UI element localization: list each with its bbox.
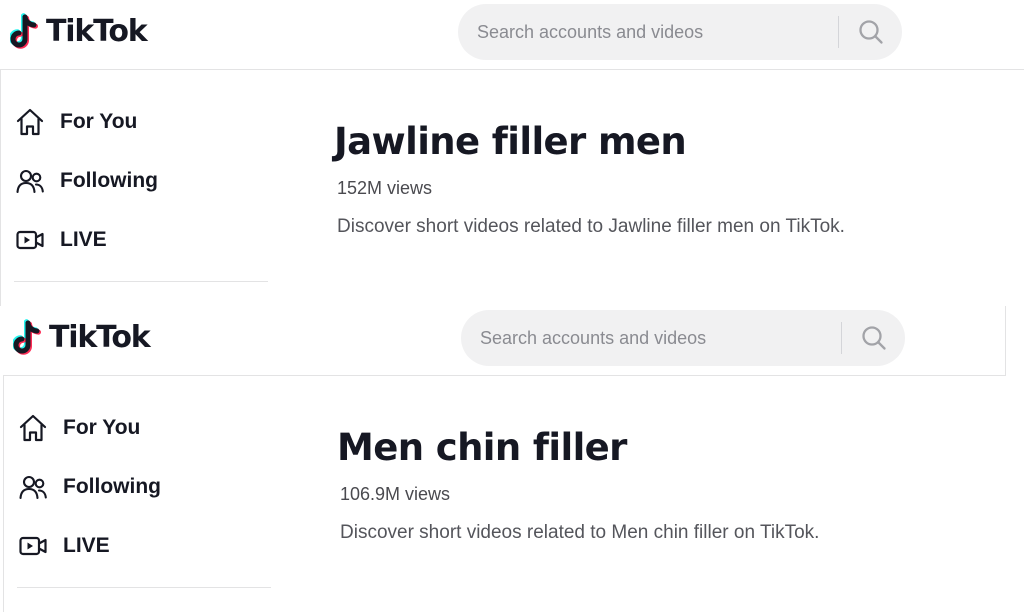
nav-following[interactable]: Following: [17, 467, 161, 507]
tiktok-note-icon: [10, 13, 38, 49]
brand-name: TikTok: [49, 320, 151, 355]
search-bar: [458, 4, 902, 60]
nav-live[interactable]: LIVE: [17, 526, 110, 566]
search-bar: [461, 310, 905, 366]
search-icon: [861, 326, 886, 350]
search-button[interactable]: [839, 4, 902, 60]
search-button[interactable]: [842, 310, 905, 366]
result-description: Discover short videos related to Men chi…: [340, 522, 820, 543]
live-icon: [19, 536, 47, 556]
view-count: 106.9M views: [340, 484, 451, 504]
header-divider: [3, 375, 1006, 376]
nav-label: For You: [63, 416, 141, 439]
header-divider: [0, 69, 1024, 70]
nav-divider: [17, 587, 271, 588]
frame-edge: [1005, 306, 1006, 376]
home-icon: [16, 108, 44, 136]
tiktok-screenshot-2: TikTok For You Following: [3, 306, 1024, 612]
result-description: Discover short videos related to Jawline…: [337, 216, 845, 237]
live-icon: [16, 230, 44, 250]
search-result-title: Men chin filler: [337, 426, 627, 469]
frame-edge: [3, 376, 4, 612]
nav-label: For You: [60, 110, 138, 133]
users-icon: [16, 169, 44, 194]
nav-following[interactable]: Following: [14, 161, 158, 201]
tiktok-note-icon: [13, 319, 41, 355]
nav-for-you[interactable]: For You: [14, 102, 137, 142]
home-icon: [19, 414, 47, 442]
search-icon: [858, 20, 883, 44]
search-input[interactable]: [458, 4, 830, 60]
tiktok-logo[interactable]: TikTok: [13, 317, 151, 359]
tiktok-logo[interactable]: TikTok: [10, 11, 148, 53]
nav-label: Following: [63, 475, 161, 498]
frame-edge: [0, 70, 1, 306]
tiktok-screenshot-1: TikTok For You Following: [0, 0, 1024, 306]
nav-label: LIVE: [60, 228, 107, 251]
nav-for-you[interactable]: For You: [17, 408, 140, 448]
search-result-title: Jawline filler men: [334, 120, 687, 163]
view-count: 152M views: [337, 178, 433, 198]
users-icon: [19, 475, 47, 500]
nav-divider: [14, 281, 268, 282]
nav-label: LIVE: [63, 534, 110, 557]
search-input[interactable]: [461, 310, 833, 366]
nav-label: Following: [60, 169, 158, 192]
brand-name: TikTok: [46, 14, 148, 49]
nav-live[interactable]: LIVE: [14, 220, 107, 260]
